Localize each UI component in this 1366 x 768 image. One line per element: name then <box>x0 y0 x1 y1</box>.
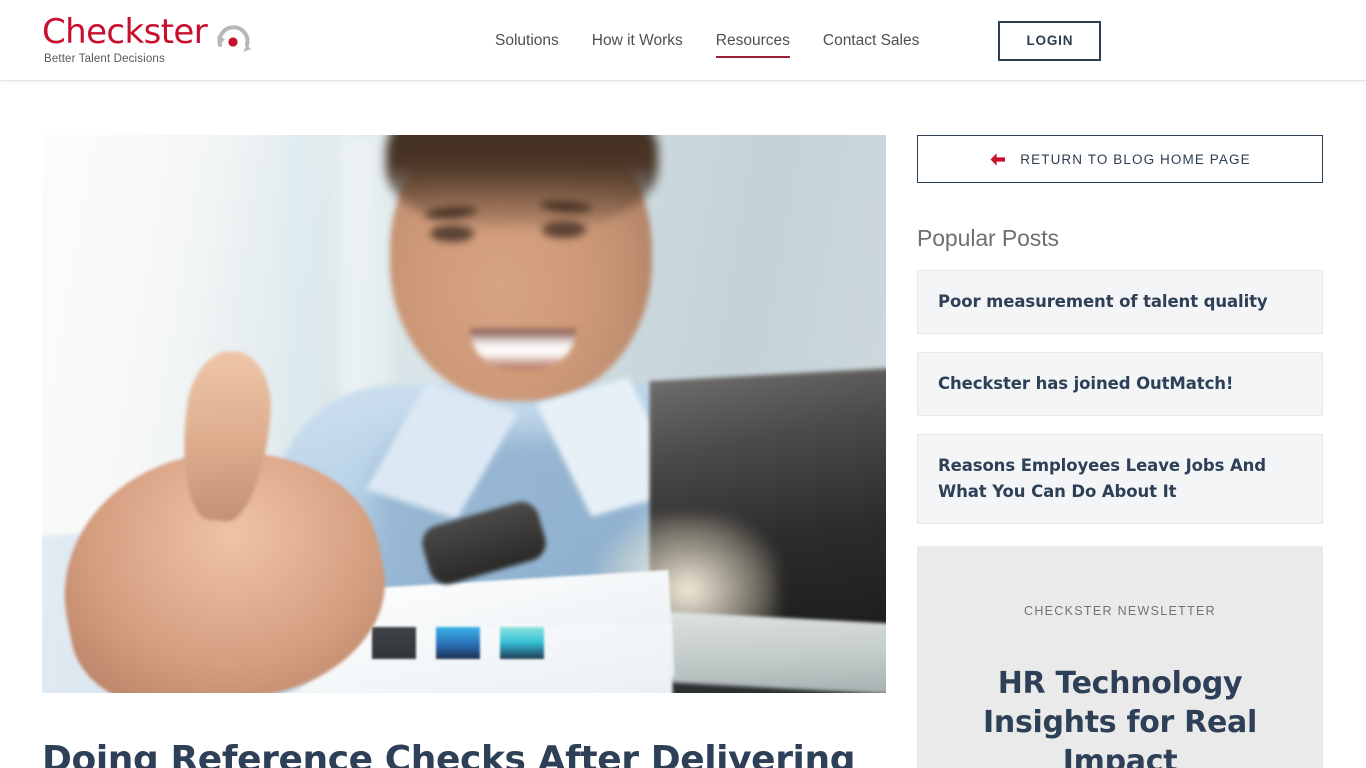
popular-post-card-2[interactable]: Checkster has joined OutMatch! <box>917 352 1323 416</box>
popular-post-title: Poor measurement of talent quality <box>938 292 1268 311</box>
article-column: Doing Reference Checks After Delivering … <box>42 135 886 768</box>
popular-post-title: Reasons Employees Leave Jobs And What Yo… <box>938 456 1266 501</box>
newsletter-title: HR Technology Insights for Real Impact <box>983 666 1257 768</box>
site-header: Checkster Better Talent Decisions Soluti… <box>0 0 1366 81</box>
site-logo[interactable]: Checkster Better Talent Decisions <box>42 13 262 71</box>
login-button[interactable]: LOGIN <box>998 20 1102 61</box>
nav-item-how-it-works[interactable]: How it Works <box>592 26 683 56</box>
nav-item-solutions[interactable]: Solutions <box>495 26 559 56</box>
popular-post-card-1[interactable]: Poor measurement of talent quality <box>917 270 1323 334</box>
article-title: Doing Reference Checks After Delivering … <box>42 739 856 768</box>
sidebar: RETURN TO BLOG HOME PAGE Popular Posts P… <box>917 135 1323 768</box>
nav-item-contact-sales[interactable]: Contact Sales <box>823 26 920 56</box>
popular-posts-heading: Popular Posts <box>917 225 1059 251</box>
circular-arrow-icon <box>217 25 251 52</box>
newsletter-signup-box: CHECKSTER NEWSLETTER HR Technology Insig… <box>917 546 1323 768</box>
return-to-blog-home-label: RETURN TO BLOG HOME PAGE <box>1020 151 1251 167</box>
article-hero-image <box>42 135 886 693</box>
nav-item-resources[interactable]: Resources <box>715 26 790 58</box>
newsletter-eyebrow: CHECKSTER NEWSLETTER <box>1024 604 1216 618</box>
primary-navigation: Solutions How it Works Resources Contact… <box>495 0 1102 81</box>
return-to-blog-home-button[interactable]: RETURN TO BLOG HOME PAGE <box>917 135 1323 183</box>
popular-post-title: Checkster has joined OutMatch! <box>938 374 1234 393</box>
popular-post-card-3[interactable]: Reasons Employees Leave Jobs And What Yo… <box>917 434 1323 524</box>
page-body: Doing Reference Checks After Delivering … <box>0 81 1366 768</box>
arrow-left-icon <box>990 152 1006 166</box>
